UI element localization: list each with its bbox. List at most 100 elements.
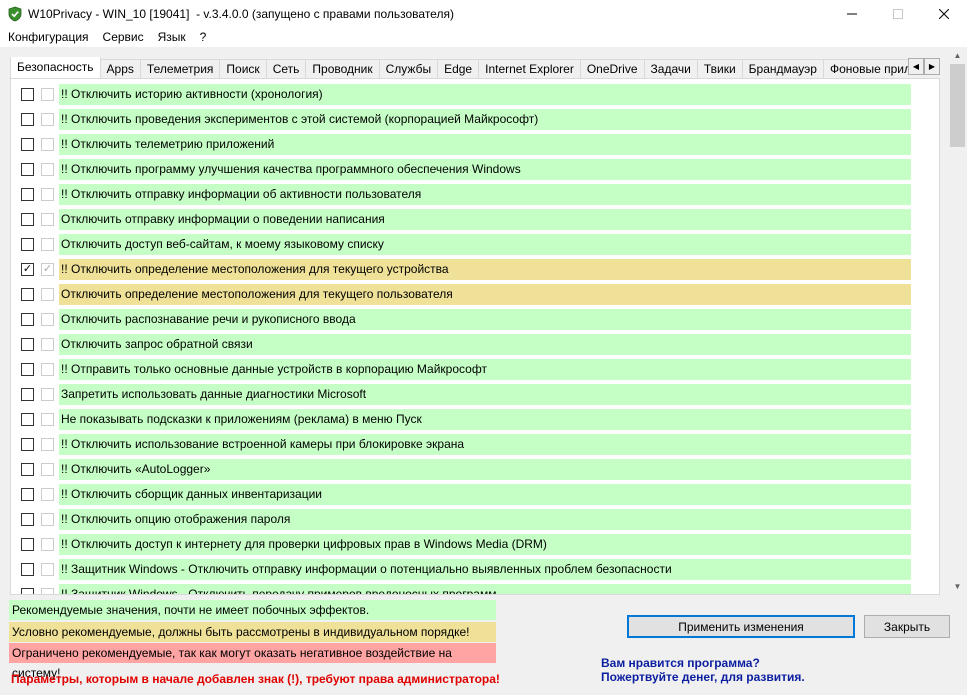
setting-label: Отключить определение местоположения для…: [59, 284, 911, 305]
setting-row: !! Отключить «AutoLogger»: [11, 457, 939, 482]
donate-text: Вам нравится программа? Пожертвуйте дене…: [601, 656, 805, 684]
setting-label: Отключить отправку информации о поведени…: [59, 209, 911, 230]
current-state-checkbox: [41, 113, 54, 126]
minimize-icon: [847, 13, 857, 14]
setting-checkbox[interactable]: [21, 138, 34, 151]
menu-service[interactable]: Сервис: [96, 27, 151, 47]
setting-row: Отключить запрос обратной связи: [11, 332, 939, 357]
current-state-checkbox: [41, 388, 54, 401]
window-title: W10Privacy - WIN_10 [19041] - v.3.4.0.0 …: [28, 6, 454, 21]
tab-2[interactable]: Телеметрия: [139, 59, 221, 78]
setting-checkbox[interactable]: [21, 363, 34, 376]
setting-row: !! Защитник Windows - Отключить отправку…: [11, 557, 939, 582]
setting-checkbox[interactable]: [21, 463, 34, 476]
current-state-checkbox: [41, 588, 54, 594]
setting-label: Отключить доступ веб-сайтам, к моему язы…: [59, 234, 911, 255]
maximize-icon: [893, 8, 903, 19]
menu-help[interactable]: ?: [193, 27, 214, 47]
current-state-checkbox: [41, 138, 54, 151]
setting-checkbox[interactable]: [21, 238, 34, 251]
setting-label: Запретить использовать данные диагностик…: [59, 384, 911, 405]
setting-row: !! Отключить историю активности (хроноло…: [11, 82, 939, 107]
current-state-checkbox: [41, 438, 54, 451]
setting-row: !! Отключить программу улучшения качеств…: [11, 157, 939, 182]
tab-9[interactable]: OneDrive: [579, 59, 645, 78]
tab-8[interactable]: Internet Explorer: [478, 59, 581, 78]
vertical-scrollbar[interactable]: ▲ ▼: [949, 47, 966, 595]
setting-checkbox[interactable]: [21, 413, 34, 426]
tab-scroll-left-button[interactable]: ◀: [908, 58, 924, 75]
tab-7[interactable]: Edge: [437, 59, 480, 78]
tab-12[interactable]: Брандмауэр: [741, 59, 824, 78]
current-state-checkbox: [41, 188, 54, 201]
apply-changes-button[interactable]: Применить изменения: [627, 615, 855, 638]
donate-line-1: Вам нравится программа?: [601, 656, 760, 670]
current-state-checkbox: [41, 338, 54, 351]
setting-checkbox[interactable]: [21, 538, 34, 551]
setting-checkbox[interactable]: [21, 563, 34, 576]
tab-6[interactable]: Службы: [378, 59, 439, 78]
setting-checkbox[interactable]: [21, 513, 34, 526]
setting-label: Не показывать подсказки к приложениям (р…: [59, 409, 911, 430]
setting-checkbox[interactable]: [21, 113, 34, 126]
tabs: Безопасность Apps Телеметрия Поиск Сеть Прово…: [10, 57, 922, 78]
title-bar: W10Privacy - WIN_10 [19041] - v.3.4.0.0 …: [0, 0, 967, 27]
setting-checkbox[interactable]: [21, 163, 34, 176]
current-state-checkbox: [41, 88, 54, 101]
current-state-checkbox: [41, 288, 54, 301]
maximize-button[interactable]: [875, 0, 921, 27]
setting-label: !! Отключить телеметрию приложений: [59, 134, 911, 155]
close-window-button[interactable]: [921, 0, 967, 27]
current-state-checkbox: [41, 488, 54, 501]
setting-label: !! Отключить определение местоположения …: [59, 259, 911, 280]
settings-panel: !! Отключить историю активности (хроноло…: [10, 78, 940, 595]
tab-strip: Безопасность Apps Телеметрия Поиск Сеть Прово…: [10, 57, 940, 78]
legend-limited: Ограничено рекомендуемые, так как могут …: [9, 643, 496, 680]
setting-label: !! Отключить историю активности (хроноло…: [59, 84, 911, 105]
setting-row: !! Отключить сборщик данных инвентаризац…: [11, 482, 939, 507]
minimize-button[interactable]: [829, 0, 875, 27]
setting-row: Не показывать подсказки к приложениям (р…: [11, 407, 939, 432]
setting-checkbox[interactable]: ✓: [21, 263, 34, 276]
scroll-up-button[interactable]: ▲: [949, 47, 966, 64]
current-state-checkbox: [41, 363, 54, 376]
tab-3[interactable]: Поиск: [219, 59, 267, 78]
setting-checkbox[interactable]: [21, 288, 34, 301]
scroll-down-button[interactable]: ▼: [949, 578, 966, 595]
setting-row: !! Отключить доступ к интернету для пров…: [11, 532, 939, 557]
tab-5[interactable]: Проводник: [305, 59, 380, 78]
setting-checkbox[interactable]: [21, 338, 34, 351]
setting-checkbox[interactable]: [21, 188, 34, 201]
setting-label: !! Отключить сборщик данных инвентаризац…: [59, 484, 911, 505]
close-button[interactable]: Закрыть: [864, 615, 950, 638]
menu-configuration[interactable]: Конфигурация: [0, 27, 96, 47]
setting-checkbox[interactable]: [21, 88, 34, 101]
tab-4[interactable]: Сеть: [265, 59, 307, 78]
current-state-checkbox: ✓: [41, 263, 54, 276]
setting-row: !! Отключить отправку информации об акти…: [11, 182, 939, 207]
tab-11[interactable]: Твики: [696, 59, 743, 78]
setting-label: !! Отключить «AutoLogger»: [59, 459, 911, 480]
tab-0[interactable]: Безопасность: [10, 57, 101, 78]
setting-checkbox[interactable]: [21, 313, 34, 326]
setting-label: Отключить распознавание речи и рукописно…: [59, 309, 911, 330]
tab-10[interactable]: Задачи: [643, 59, 698, 78]
setting-checkbox[interactable]: [21, 488, 34, 501]
setting-checkbox[interactable]: [21, 438, 34, 451]
setting-checkbox[interactable]: [21, 388, 34, 401]
current-state-checkbox: [41, 463, 54, 476]
setting-row: Отключить распознавание речи и рукописно…: [11, 307, 939, 332]
scroll-thumb[interactable]: [950, 64, 965, 147]
tab-1[interactable]: Apps: [99, 59, 141, 78]
tab-scroll-right-button[interactable]: ▶: [924, 58, 940, 75]
triangle-up-icon: ▲: [953, 51, 962, 60]
setting-checkbox[interactable]: [21, 588, 34, 594]
current-state-checkbox: [41, 563, 54, 576]
setting-row: !! Отключить использование встроенной ка…: [11, 432, 939, 457]
setting-checkbox[interactable]: [21, 213, 34, 226]
admin-note: Параметры, которым в начале добавлен зна…: [11, 672, 500, 686]
setting-label: Отключить запрос обратной связи: [59, 334, 911, 355]
setting-label: !! Отключить опцию отображения пароля: [59, 509, 911, 530]
menu-language[interactable]: Язык: [151, 27, 193, 47]
setting-row: !! Отключить телеметрию приложений: [11, 132, 939, 157]
